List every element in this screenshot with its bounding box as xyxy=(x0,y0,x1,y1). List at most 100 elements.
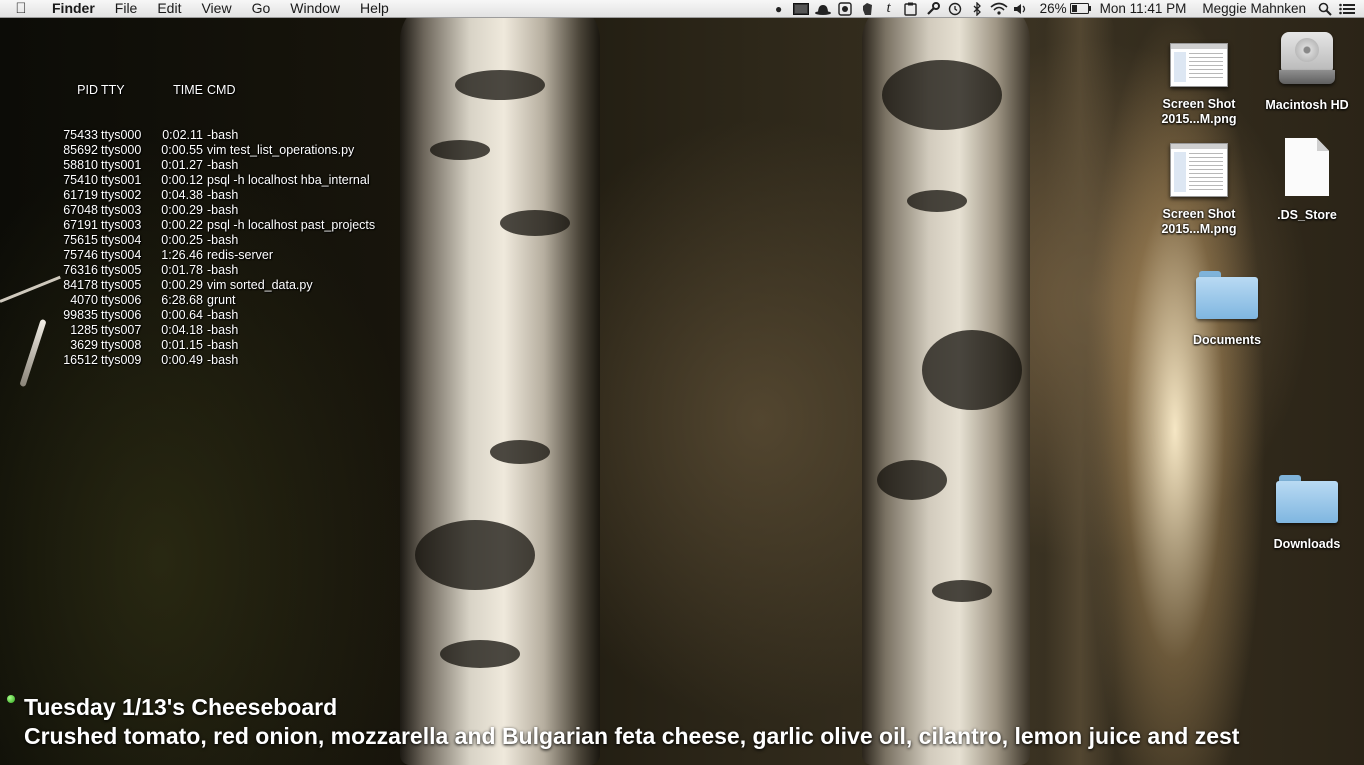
process-pid: 3629 xyxy=(70,338,98,352)
screenshot-thumbnail-icon xyxy=(1170,43,1228,87)
process-row: 4070 ttys006 6:28.68 grunt xyxy=(56,293,375,308)
document-icon xyxy=(1285,138,1329,196)
process-cmd: -bash xyxy=(207,188,239,202)
time-machine-icon[interactable] xyxy=(944,0,966,17)
process-cmd: -bash xyxy=(207,323,239,337)
desktop-item-ds-store[interactable]: .DS_Store xyxy=(1257,138,1357,223)
process-row: 16512 ttys009 0:00.49 -bash xyxy=(56,353,375,368)
process-cmd: -bash xyxy=(207,233,239,247)
process-row: 1285 ttys007 0:04.18 -bash xyxy=(56,323,375,338)
header-cmd: CMD xyxy=(207,83,236,97)
evernote-icon[interactable] xyxy=(856,0,878,17)
menu-edit[interactable]: Edit xyxy=(147,0,191,17)
menu-bar:  Finder File Edit View Go Window Help ●… xyxy=(0,0,1364,18)
process-pid: 4070 xyxy=(70,293,98,307)
process-cmd: psql -h localhost past_projects xyxy=(207,218,376,232)
folder-icon xyxy=(1196,269,1258,319)
menu-view[interactable]: View xyxy=(191,0,241,17)
process-tty: ttys006 xyxy=(101,308,142,322)
desktop-item-label: .DS_Store xyxy=(1277,208,1337,222)
process-tty: ttys004 xyxy=(101,233,142,247)
process-row: 58810 ttys001 0:01.27 -bash xyxy=(56,158,375,173)
menu-finder[interactable]: Finder xyxy=(42,0,105,17)
battery-percent[interactable]: 26% xyxy=(1032,0,1070,17)
process-tty: ttys008 xyxy=(101,338,142,352)
process-cmd: psql -h localhost hba_internal xyxy=(207,173,370,187)
process-time: 0:00.55 xyxy=(161,143,203,157)
menu-window[interactable]: Window xyxy=(280,0,350,17)
process-row: 99835 ttys006 0:00.64 -bash xyxy=(56,308,375,323)
cheeseboard-description: Crushed tomato, red onion, mozzarella an… xyxy=(24,723,1240,749)
process-time: 0:04.38 xyxy=(161,188,203,202)
spotlight-search-icon[interactable] xyxy=(1314,0,1336,17)
wallpaper-birch-trunk xyxy=(400,0,600,765)
process-tty: ttys000 xyxy=(101,128,142,142)
notification-center-icon[interactable] xyxy=(1336,0,1358,17)
desktop-item-label: Screen Shot xyxy=(1162,97,1236,111)
process-time: 0:00.29 xyxy=(161,203,203,217)
process-time: 0:01.15 xyxy=(161,338,203,352)
process-tty: ttys003 xyxy=(101,203,142,217)
process-time: 0:00.64 xyxy=(161,308,203,322)
process-row: 76316 ttys005 0:01.78 -bash xyxy=(56,263,375,278)
wallpaper-branch xyxy=(19,318,47,388)
process-time: 0:04.18 xyxy=(161,323,203,337)
process-time: 0:00.22 xyxy=(161,218,203,232)
menu-file[interactable]: File xyxy=(105,0,148,17)
process-row: 85692 ttys000 0:00.55 vim test_list_operati… xyxy=(56,143,375,158)
process-time: 0:01.78 xyxy=(161,263,203,277)
desktop-item-label: 2015...M.png xyxy=(1161,112,1237,126)
process-row: 67048 ttys003 0:00.29 -bash xyxy=(56,203,375,218)
process-row: 67191 ttys003 0:00.22 psql -h localhost pas… xyxy=(56,218,375,233)
process-pid: 16512 xyxy=(63,353,98,367)
clipboard-icon[interactable] xyxy=(900,0,922,17)
process-time: 0:00.29 xyxy=(161,278,203,292)
terminal-icon[interactable] xyxy=(790,0,812,17)
header-tty: TTY xyxy=(101,83,125,97)
menu-go[interactable]: Go xyxy=(242,0,281,17)
process-time: 1:26.46 xyxy=(161,248,203,262)
process-time: 0:02.11 xyxy=(162,128,203,142)
process-pid: 58810 xyxy=(63,158,98,172)
process-cmd: -bash xyxy=(207,158,239,172)
process-time: 0:00.49 xyxy=(161,353,203,367)
record-icon[interactable] xyxy=(834,0,856,17)
process-list-widget: PID TTY TIME CMD 75433 ttys000 0:02.11 -bas… xyxy=(56,53,375,383)
desktop-item-downloads[interactable]: Downloads xyxy=(1257,473,1357,552)
menu-user-name[interactable]: Meggie Mahnken xyxy=(1194,0,1314,17)
wrench-icon[interactable] xyxy=(922,0,944,17)
hard-drive-icon xyxy=(1279,30,1335,88)
process-pid: 75410 xyxy=(63,173,98,187)
process-time: 0:01.27 xyxy=(161,158,203,172)
paw-icon[interactable]: ● xyxy=(768,0,790,17)
process-time: 0:00.12 xyxy=(161,173,203,187)
process-tty: ttys007 xyxy=(101,323,142,337)
bluetooth-icon[interactable] xyxy=(966,0,988,17)
folder-icon xyxy=(1276,473,1338,523)
process-cmd: vim sorted_data.py xyxy=(207,278,313,292)
cheeseboard-title: Tuesday 1/13's Cheeseboard xyxy=(24,694,338,720)
header-time: TIME xyxy=(173,83,203,97)
wallpaper-tree xyxy=(1045,0,1115,765)
volume-icon[interactable] xyxy=(1010,0,1032,17)
desktop-item-label: Documents xyxy=(1192,333,1262,347)
hat-icon[interactable] xyxy=(812,0,834,17)
tumblr-icon[interactable]: t xyxy=(878,0,900,17)
wifi-icon[interactable] xyxy=(988,0,1010,17)
screenshot-thumbnail-icon xyxy=(1170,143,1228,197)
desktop-item-documents[interactable]: Documents xyxy=(1177,269,1277,348)
desktop-item-screenshot-2[interactable]: Screen Shot 2015...M.png xyxy=(1149,143,1249,237)
apple-icon[interactable]:  xyxy=(0,0,42,17)
battery-icon[interactable] xyxy=(1069,0,1092,17)
process-tty: ttys006 xyxy=(101,293,142,307)
desktop-item-screenshot-1[interactable]: Screen Shot 2015...M.png xyxy=(1149,43,1249,127)
process-pid: 75746 xyxy=(63,248,98,262)
process-pid: 75615 xyxy=(63,233,98,247)
process-list-header: PID TTY TIME CMD xyxy=(56,83,375,98)
process-cmd: -bash xyxy=(207,308,239,322)
menu-clock[interactable]: Mon 11:41 PM xyxy=(1092,0,1195,17)
menu-help[interactable]: Help xyxy=(350,0,399,17)
process-tty: ttys002 xyxy=(101,188,142,202)
process-row: 61719 ttys002 0:04.38 -bash xyxy=(56,188,375,203)
desktop-item-macintosh-hd[interactable]: Macintosh HD xyxy=(1257,30,1357,113)
